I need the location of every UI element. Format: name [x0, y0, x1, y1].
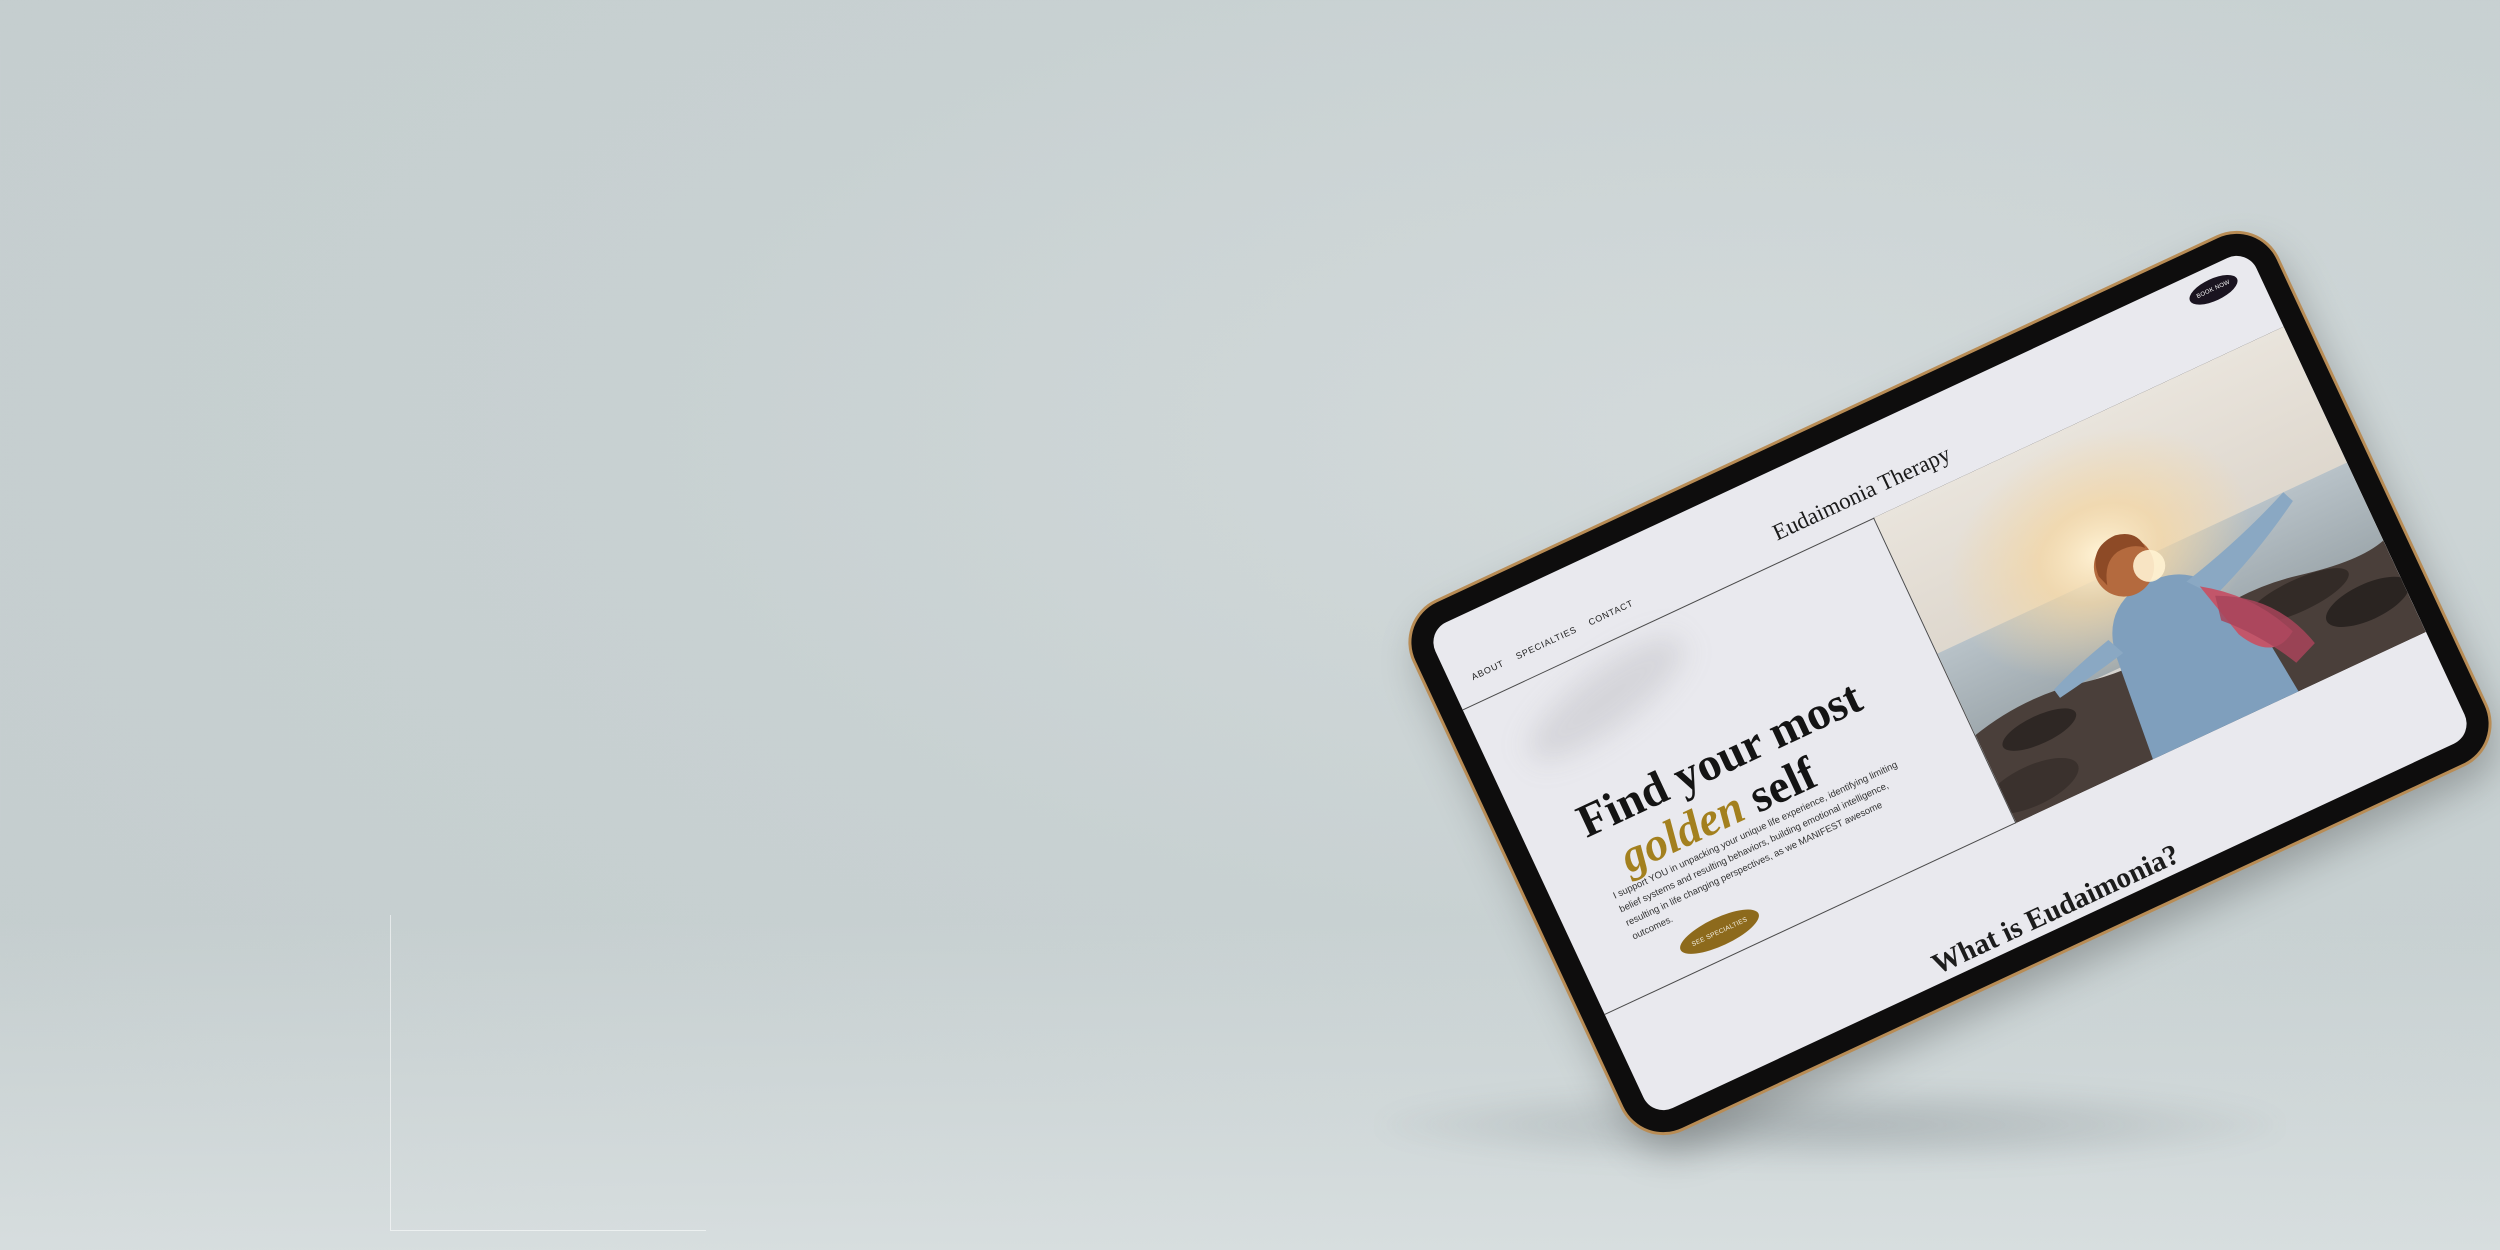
decorative-corner-line: [390, 915, 706, 1231]
tablet-shadow: [1380, 1085, 2280, 1165]
book-now-button[interactable]: BOOK NOW: [2185, 268, 2242, 311]
floor-gradient: [0, 920, 2500, 1250]
